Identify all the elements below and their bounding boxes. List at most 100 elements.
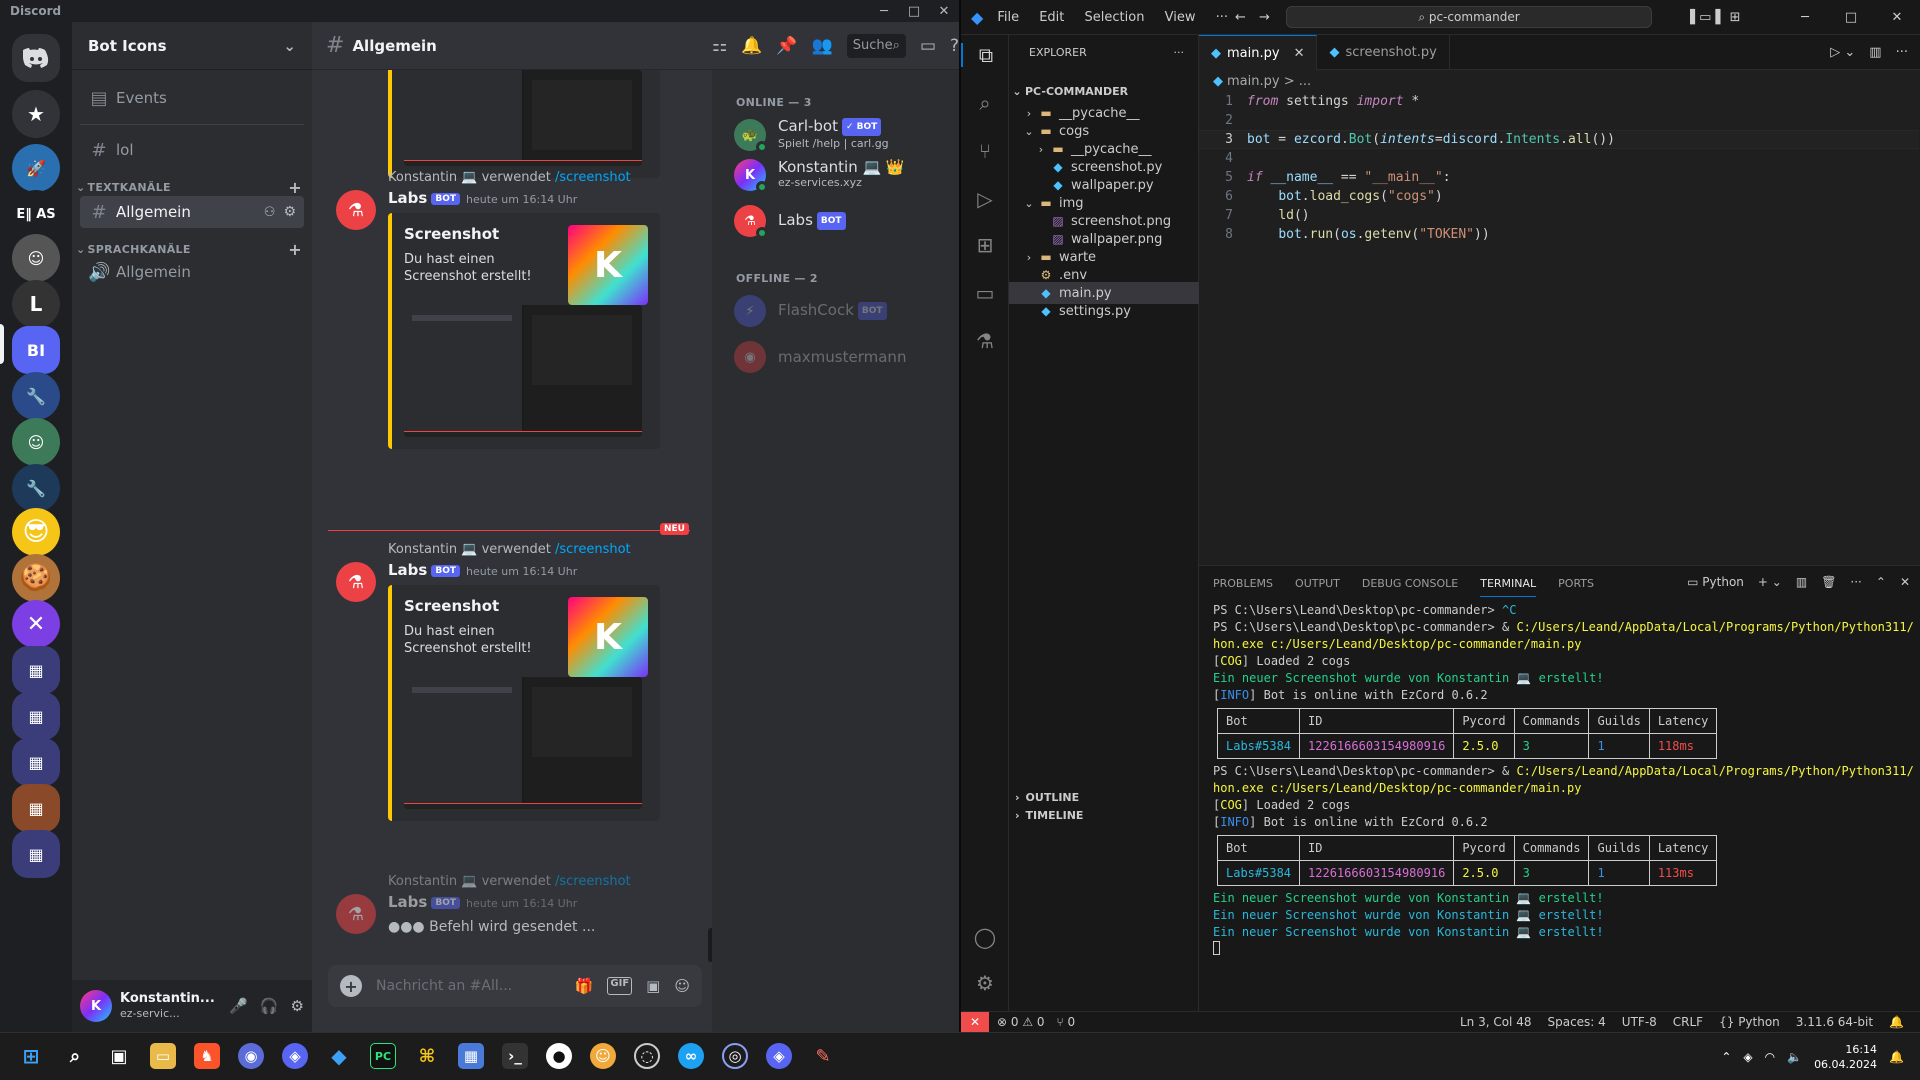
- member-item[interactable]: ⚗ Labs BOT: [734, 200, 954, 242]
- terminal[interactable]: PS C:\Users\Leand\Desktop\pc-commander> …: [1213, 602, 1913, 958]
- app-icon-2[interactable]: ▦: [458, 1043, 484, 1069]
- indentation[interactable]: Spaces: 4: [1547, 1015, 1605, 1029]
- discord-tray-icon[interactable]: ◈: [1743, 1050, 1752, 1064]
- threads-icon[interactable]: ⚏: [712, 36, 727, 56]
- ports-count[interactable]: ⑂ 0: [1057, 1015, 1076, 1029]
- app-icon-4[interactable]: ◌: [634, 1043, 660, 1069]
- trash-icon[interactable]: 🗑: [1821, 575, 1836, 589]
- close-button[interactable]: ✕: [929, 4, 959, 19]
- command-link[interactable]: /screenshot: [555, 874, 631, 889]
- menu-file[interactable]: File: [997, 10, 1019, 25]
- screenshot-image[interactable]: [404, 305, 642, 437]
- gear-icon[interactable]: ⚙: [283, 204, 296, 220]
- source-control-icon[interactable]: ⑂: [961, 139, 1009, 163]
- search-icon[interactable]: ⌕: [62, 1043, 88, 1069]
- voice-channel-allgemein[interactable]: 🔊 Allgemein: [80, 256, 304, 288]
- menu-more[interactable]: ···: [1216, 10, 1228, 25]
- server-folder-1[interactable]: ▦: [12, 646, 60, 694]
- run-icon[interactable]: ▷ ⌄: [1830, 45, 1855, 60]
- server-icon-eas[interactable]: E‖ AS: [12, 190, 60, 238]
- microphone-icon[interactable]: 🎤: [229, 997, 248, 1015]
- split-editor-icon[interactable]: ▥: [1869, 45, 1881, 60]
- github-icon[interactable]: ●: [546, 1043, 572, 1069]
- encoding[interactable]: UTF-8: [1622, 1015, 1657, 1029]
- cursor-position[interactable]: Ln 3, Col 48: [1460, 1015, 1532, 1029]
- extensions-icon[interactable]: ⊞: [961, 233, 1009, 257]
- menu-selection[interactable]: Selection: [1085, 10, 1145, 25]
- app-icon-3[interactable]: ☺: [590, 1043, 616, 1069]
- timeline-section[interactable]: › TIMELINE: [1009, 804, 1199, 826]
- close-button[interactable]: ✕: [1874, 0, 1920, 35]
- discord-taskbar-icon[interactable]: ◈: [282, 1043, 308, 1069]
- new-terminal-icon[interactable]: + ⌄: [1758, 575, 1782, 589]
- maximize-button[interactable]: □: [899, 4, 929, 19]
- minimize-button[interactable]: ─: [869, 4, 899, 19]
- app-icon-7[interactable]: ✎: [810, 1043, 836, 1069]
- screenshot-image[interactable]: [404, 677, 642, 809]
- layout-icons[interactable]: ▐ ▭ ▌ ⊞: [1685, 10, 1741, 25]
- line-endings[interactable]: CRLF: [1673, 1015, 1703, 1029]
- tree-item[interactable]: ◆ settings.py: [1009, 300, 1199, 322]
- terminal-icon[interactable]: ›_: [502, 1043, 528, 1069]
- remote-icon[interactable]: ✕: [961, 1011, 989, 1032]
- more-icon[interactable]: ···: [1174, 46, 1185, 59]
- server-icon-bot-icons[interactable]: BI: [12, 326, 60, 374]
- star-icon[interactable]: ★: [12, 90, 60, 138]
- tab-terminal[interactable]: TERMINAL: [1480, 577, 1537, 597]
- command-center[interactable]: ⌕ pc-commander: [1286, 6, 1652, 28]
- channel-allgemein[interactable]: # Allgemein ⚇ ⚙: [80, 196, 304, 228]
- server-icon-rocket[interactable]: 🚀: [12, 144, 60, 192]
- tab-debug-console[interactable]: DEBUG CONSOLE: [1362, 577, 1458, 590]
- close-icon[interactable]: ✕: [1294, 46, 1305, 61]
- testing-icon[interactable]: ⚗: [961, 329, 1009, 353]
- member-item[interactable]: 🐢 Carl-bot ✓ BOT Spielt /help | carl.gg: [734, 114, 954, 156]
- wrench-blue-icon[interactable]: 🔧: [12, 464, 60, 512]
- firefox-icon[interactable]: ◉: [238, 1043, 264, 1069]
- app-icon-5[interactable]: ∞: [678, 1043, 704, 1069]
- invite-icon[interactable]: ⚇: [264, 205, 276, 220]
- sunglasses-icon[interactable]: 😎: [12, 508, 60, 556]
- app-icon-1[interactable]: ⌘: [414, 1043, 440, 1069]
- reply-reference[interactable]: Konstantin 💻 verwendet /screenshot: [388, 542, 708, 557]
- explorer-icon[interactable]: ⧉: [961, 43, 1009, 67]
- notification-icon[interactable]: 🔔: [1889, 1050, 1904, 1064]
- server-folder-4[interactable]: ▦: [12, 784, 60, 832]
- bell-icon[interactable]: 🔔: [1889, 1015, 1904, 1029]
- search-icon[interactable]: ⌕: [961, 91, 1009, 115]
- app-icon-6[interactable]: ◎: [722, 1043, 748, 1069]
- gif-button[interactable]: GIF: [607, 977, 633, 995]
- inbox-icon[interactable]: ▭: [920, 36, 936, 56]
- tab-problems[interactable]: PROBLEMS: [1213, 577, 1273, 590]
- file-explorer-icon[interactable]: ▭: [150, 1043, 176, 1069]
- pycharm-icon[interactable]: PC: [370, 1043, 396, 1069]
- reply-reference[interactable]: Konstantin 💻 verwendet /screenshot: [388, 170, 708, 185]
- author-name[interactable]: Labs: [388, 561, 427, 579]
- message-composer[interactable]: + Nachricht an #All... 🎁 GIF ▣ ☺: [328, 965, 702, 1007]
- headphones-icon[interactable]: 🎧: [260, 997, 279, 1015]
- back-arrow-icon[interactable]: ←: [1235, 10, 1246, 25]
- gear-icon[interactable]: ⚙: [291, 997, 304, 1015]
- server-folder-2[interactable]: ▦: [12, 692, 60, 740]
- member-item[interactable]: ⚡ FlashCock BOT: [734, 290, 954, 332]
- terminal-kind[interactable]: ▭ Python: [1687, 575, 1744, 589]
- vscode-taskbar-icon[interactable]: ◆: [326, 1043, 352, 1069]
- server-icon-person[interactable]: ☺: [12, 418, 60, 466]
- embed-thumbnail[interactable]: K: [568, 597, 648, 677]
- avatar[interactable]: K: [80, 990, 112, 1022]
- menu-edit[interactable]: Edit: [1039, 10, 1064, 25]
- server-header[interactable]: Bot Icons ⌄: [72, 22, 312, 70]
- maximize-button[interactable]: □: [1828, 0, 1874, 35]
- server-icon-x[interactable]: ✕: [12, 600, 60, 648]
- message-input[interactable]: Nachricht an #All...: [376, 978, 512, 994]
- tab-output[interactable]: OUTPUT: [1295, 577, 1340, 590]
- windows-start-icon[interactable]: ⊞: [18, 1043, 44, 1069]
- add-channel-icon[interactable]: +: [288, 178, 302, 197]
- avatar[interactable]: ⚗: [336, 894, 376, 934]
- command-link[interactable]: /screenshot: [555, 170, 631, 185]
- more-icon[interactable]: ···: [1896, 45, 1908, 60]
- language-mode[interactable]: {} Python: [1719, 1015, 1780, 1029]
- category-text[interactable]: ⌄ TEXTKANÄLE +: [76, 178, 308, 197]
- task-view-icon[interactable]: ▣: [106, 1043, 132, 1069]
- server-icon-l[interactable]: L: [12, 280, 60, 328]
- member-item[interactable]: K Konstantin 💻 👑 ez-services.xyz: [734, 154, 954, 196]
